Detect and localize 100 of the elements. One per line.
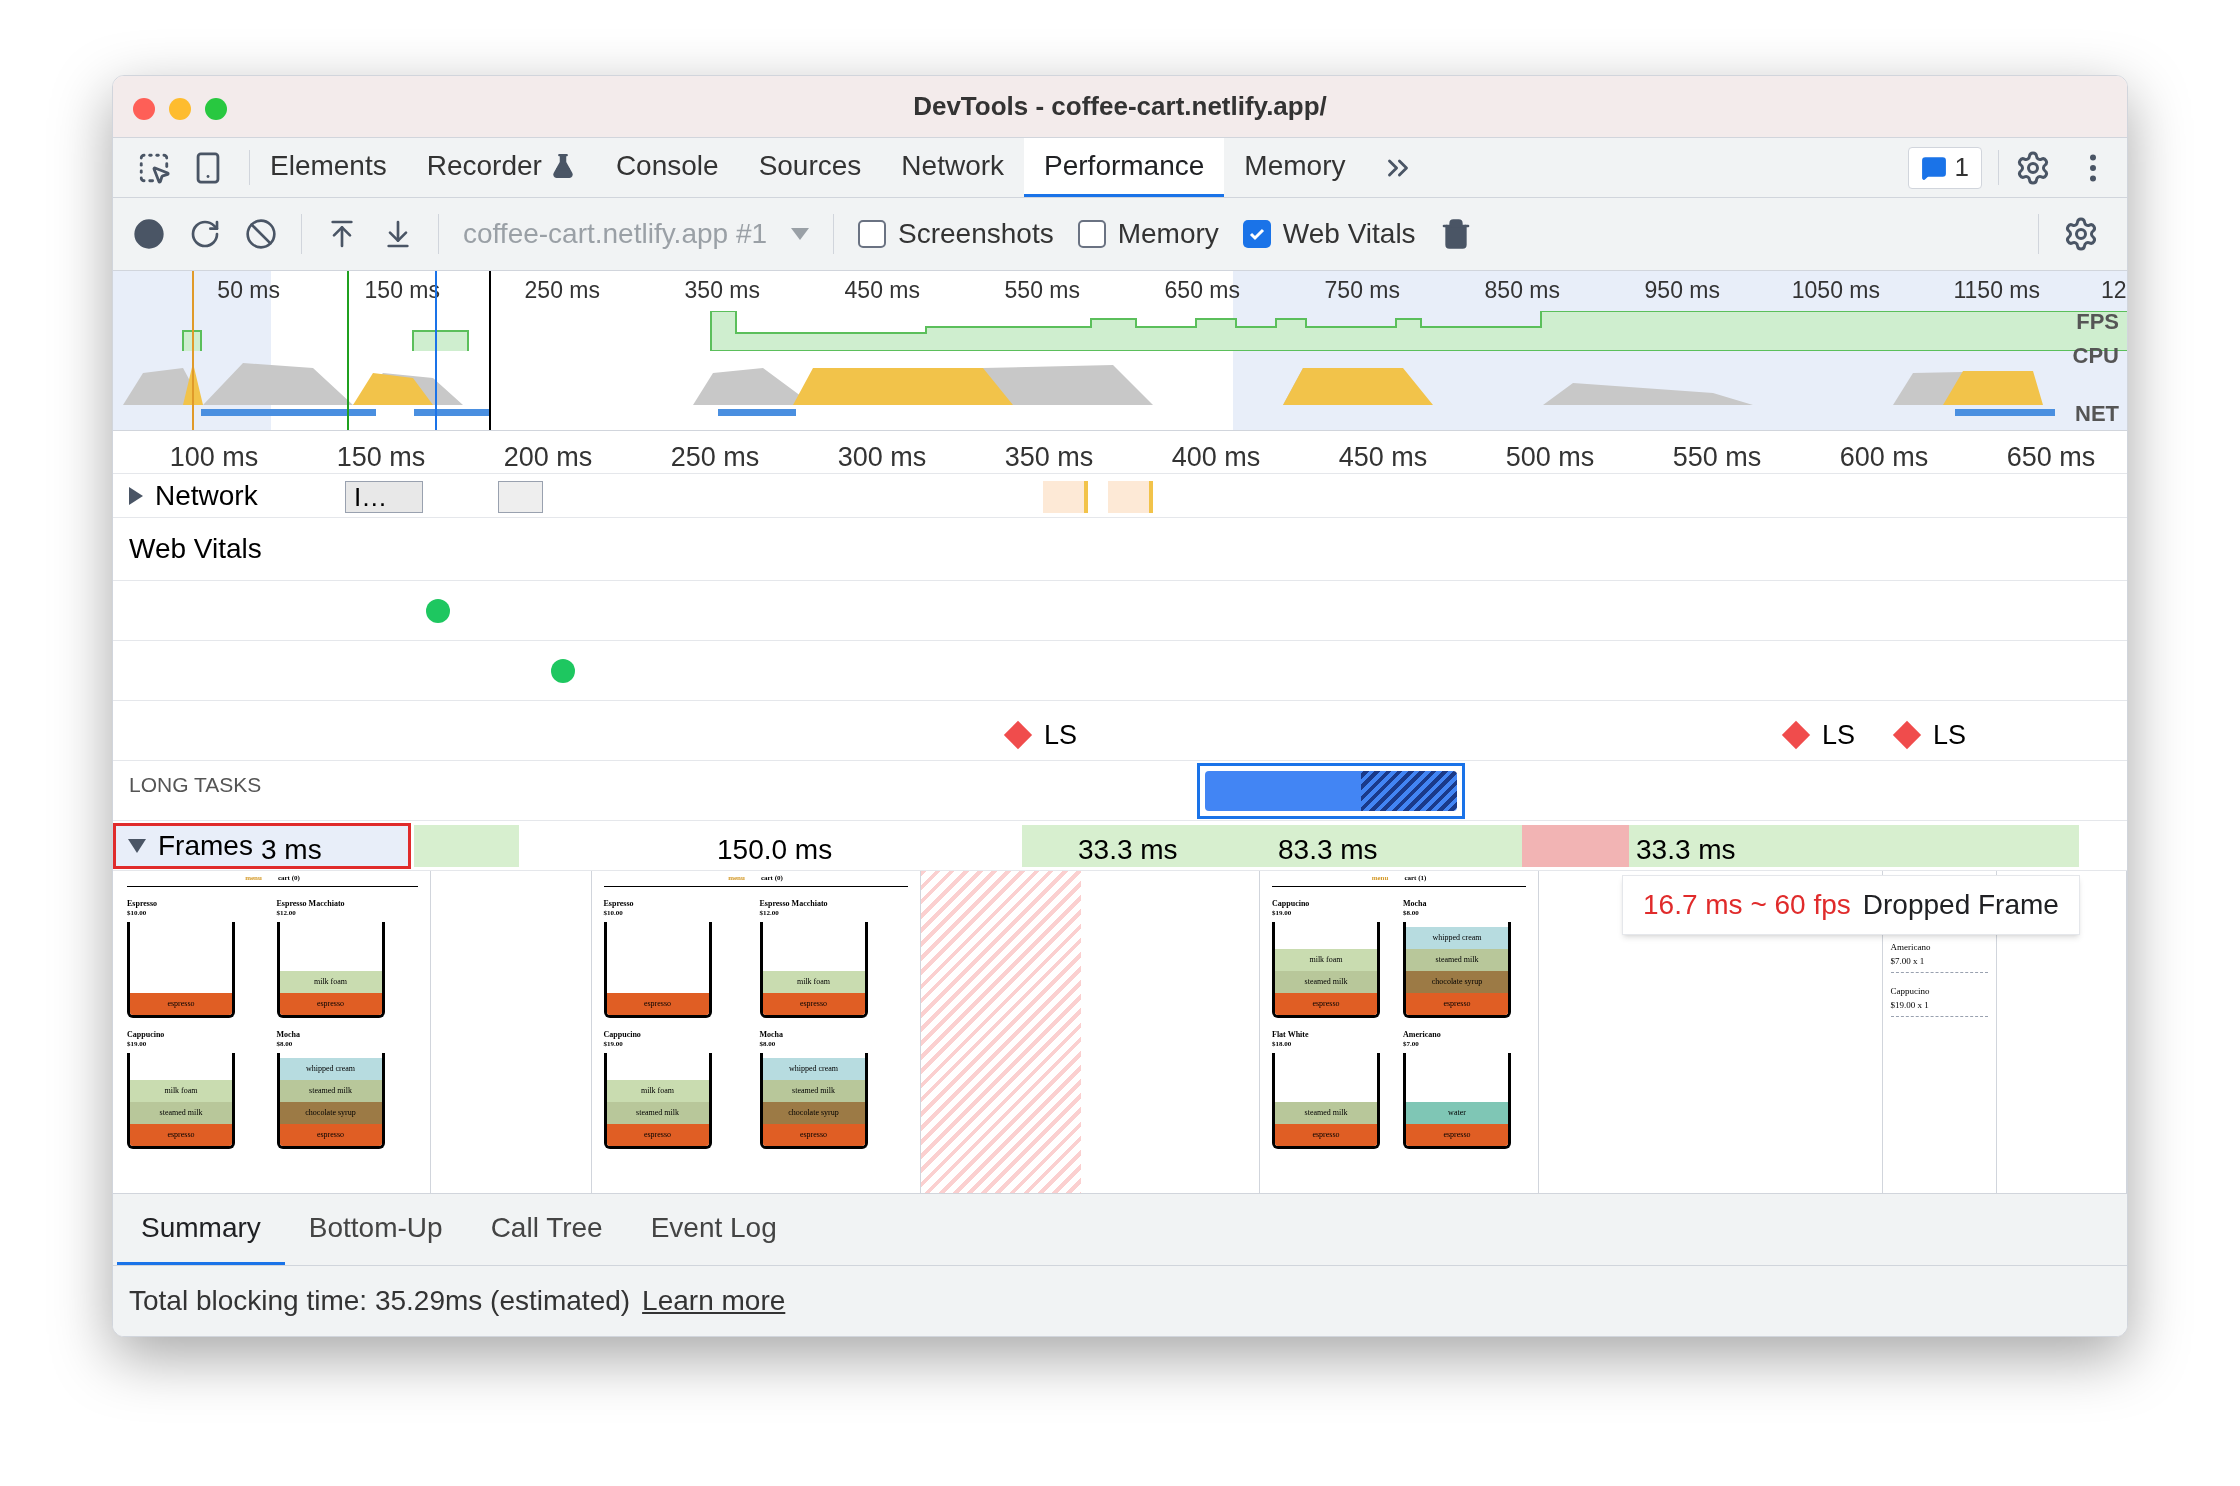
panel-tab[interactable]: Sources bbox=[738, 138, 882, 197]
drink-name: Flat White bbox=[1272, 1029, 1310, 1040]
frame-duration-label: 83.3 ms bbox=[1278, 833, 1378, 867]
details-tab[interactable]: Bottom-Up bbox=[284, 1194, 467, 1265]
web-vitals-label: Web Vitals bbox=[129, 532, 262, 566]
cup-layer: milk foam bbox=[606, 1079, 709, 1102]
frames-track-label[interactable]: Frames bbox=[158, 825, 253, 867]
cup-layer: chocolate syrup bbox=[762, 1101, 865, 1124]
cup-layer: espresso bbox=[1275, 1123, 1377, 1146]
drink-name: Mocha bbox=[1403, 898, 1428, 909]
close-window-button[interactable] bbox=[133, 98, 155, 120]
frame-duration-label: 33.3 ms bbox=[1078, 833, 1178, 867]
frame-duration-label: 33.3 ms bbox=[1636, 833, 1736, 867]
ruler-tick-label: 600 ms bbox=[1838, 441, 1930, 474]
ruler-tick-label: 100 ms bbox=[168, 441, 260, 474]
cup-layer: steamed milk bbox=[606, 1101, 709, 1124]
panel-tab[interactable]: Elements bbox=[250, 138, 407, 197]
checkbox[interactable] bbox=[1077, 220, 1106, 248]
cup-layer: whipped cream bbox=[1406, 926, 1508, 949]
layout-shift-label: LS bbox=[1822, 719, 1856, 752]
cup-layer: whipped cream bbox=[279, 1057, 382, 1080]
cup-layer: chocolate syrup bbox=[1406, 970, 1508, 993]
cup-layer: espresso bbox=[1406, 992, 1508, 1015]
tooltip-label: Dropped Frame bbox=[1862, 888, 2059, 922]
overview-lane-label: NET bbox=[2075, 401, 2119, 427]
overview-tick-label: 1050 ms bbox=[1790, 276, 1880, 305]
cup-layer: milk foam bbox=[279, 970, 382, 993]
panel-tab[interactable]: Console bbox=[595, 138, 739, 197]
cup-layer: steamed milk bbox=[1275, 970, 1377, 993]
drink-name: Espresso Macchiato bbox=[276, 898, 346, 909]
ruler-tick-label: 500 ms bbox=[1504, 441, 1596, 474]
cup-layer: espresso bbox=[762, 992, 865, 1015]
cup-layer: espresso bbox=[279, 992, 382, 1015]
ruler-tick-label: 250 ms bbox=[669, 441, 761, 474]
drink-name: Cappucino bbox=[1272, 898, 1311, 909]
cup-layer: espresso bbox=[606, 992, 709, 1015]
drink-name: Espresso bbox=[603, 898, 635, 909]
checkbox[interactable] bbox=[1242, 220, 1271, 248]
reload-icon[interactable] bbox=[189, 218, 221, 250]
details-tab[interactable]: Event Log bbox=[626, 1194, 801, 1265]
overview-tick-label: 950 ms bbox=[1643, 276, 1720, 305]
cup-layer: steamed milk bbox=[1406, 948, 1508, 971]
drink-name: Espresso bbox=[127, 898, 159, 909]
cup-layer: espresso bbox=[1406, 1123, 1508, 1146]
cup-layer: espresso bbox=[279, 1123, 382, 1146]
checkbox-label: Memory bbox=[1117, 217, 1219, 251]
cart-item-name: Americano bbox=[1890, 941, 1932, 954]
checkbox[interactable] bbox=[858, 220, 887, 248]
cup-layer: espresso bbox=[762, 1123, 865, 1146]
cart-item-amount: $7.00 x 1 bbox=[1890, 954, 1926, 968]
ruler-tick-label: 550 ms bbox=[1671, 441, 1763, 474]
cup-layer: steamed milk bbox=[279, 1079, 382, 1102]
drink-name: Cappucino bbox=[127, 1029, 166, 1040]
cup-layer: chocolate syrup bbox=[279, 1101, 382, 1124]
long-tasks-label: LONG TASKS bbox=[129, 772, 262, 798]
details-tab[interactable]: Call Tree bbox=[466, 1194, 627, 1265]
overview-tick-label: 750 ms bbox=[1323, 276, 1400, 305]
overview-tick-label: 12 bbox=[2101, 276, 2127, 305]
ruler-tick-label: 300 ms bbox=[836, 441, 928, 474]
learn-more-link[interactable]: Learn more bbox=[642, 1280, 786, 1322]
cup-layer: milk foam bbox=[1275, 948, 1377, 971]
overview-tick-label: 850 ms bbox=[1483, 276, 1560, 305]
overview-tick-label: 650 ms bbox=[1163, 276, 1240, 305]
settings-icon[interactable] bbox=[2063, 216, 2099, 252]
cup-layer: espresso bbox=[130, 1123, 232, 1146]
panel-tab[interactable]: Memory bbox=[1224, 138, 1366, 197]
panel-tab[interactable]: Network bbox=[881, 138, 1025, 197]
overview-lane-label: FPS bbox=[2076, 309, 2119, 335]
cup-layer: whipped cream bbox=[762, 1057, 865, 1080]
ruler-tick-label: 150 ms bbox=[335, 441, 427, 474]
record-icon[interactable] bbox=[133, 218, 165, 250]
summary-text: Total blocking time: 35.29ms (estimated) bbox=[129, 1284, 631, 1318]
checkbox-label: Screenshots bbox=[898, 217, 1054, 251]
overview-tick-label: 350 ms bbox=[683, 276, 760, 305]
panel-tab[interactable]: Performance bbox=[1024, 138, 1225, 197]
cup-layer: milk foam bbox=[762, 970, 865, 993]
request-bar bbox=[1108, 481, 1153, 513]
collapse-arrow-icon[interactable] bbox=[128, 839, 146, 853]
cart-item-amount: $19.00 x 1 bbox=[1890, 998, 1930, 1012]
cup-layer: steamed milk bbox=[130, 1101, 232, 1124]
checkbox-label: Web Vitals bbox=[1282, 217, 1416, 251]
tooltip-timing: 16.7 ms ~ 60 fps bbox=[1643, 888, 1851, 922]
request-bar bbox=[498, 481, 543, 513]
request-bar bbox=[1043, 481, 1088, 513]
request-bar: I… bbox=[345, 481, 423, 513]
issues-button[interactable]: 1 bbox=[1907, 146, 1982, 189]
cup-layer: milk foam bbox=[130, 1079, 232, 1102]
overview-tick-label: 250 ms bbox=[523, 276, 600, 305]
cup-layer: espresso bbox=[130, 992, 232, 1015]
settings-icon[interactable] bbox=[2015, 149, 2051, 186]
drink-name: Mocha bbox=[759, 1029, 785, 1040]
panel-tab[interactable]: Recorder bbox=[406, 138, 596, 197]
overview-lane-label: CPU bbox=[2072, 343, 2119, 369]
overview-tick-label: 1150 ms bbox=[1952, 276, 2040, 305]
ruler-tick-label: 400 ms bbox=[1170, 441, 1262, 474]
ruler-tick-label: 200 ms bbox=[502, 441, 594, 474]
cup-layer: espresso bbox=[1275, 992, 1377, 1015]
layout-shift-label: LS bbox=[1933, 719, 1967, 752]
dropdown-caret-icon bbox=[791, 228, 810, 240]
clear-icon[interactable] bbox=[245, 218, 277, 250]
